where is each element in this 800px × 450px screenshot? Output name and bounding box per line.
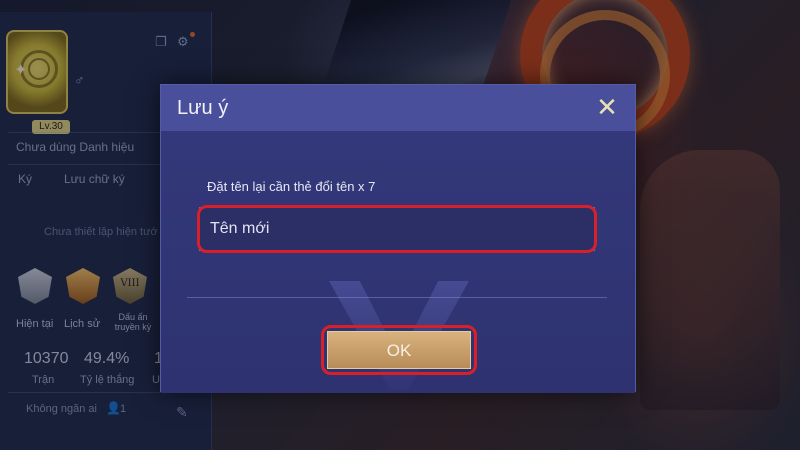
dialog-title: Lưu ý [177,97,229,119]
rename-dialog: Lưu ý ✕ Đặt tên lại cần thẻ đổi tên x 7 … [160,84,636,393]
ok-button[interactable]: OK [327,331,471,369]
dialog-body: Đặt tên lại cần thẻ đổi tên x 7 OK [161,131,635,393]
dialog-header: Lưu ý ✕ [161,85,635,131]
close-icon[interactable]: ✕ [593,93,621,121]
rename-hint: Đặt tên lại cần thẻ đổi tên x 7 [207,179,376,194]
new-name-input[interactable] [199,207,595,251]
dialog-divider [187,297,607,298]
